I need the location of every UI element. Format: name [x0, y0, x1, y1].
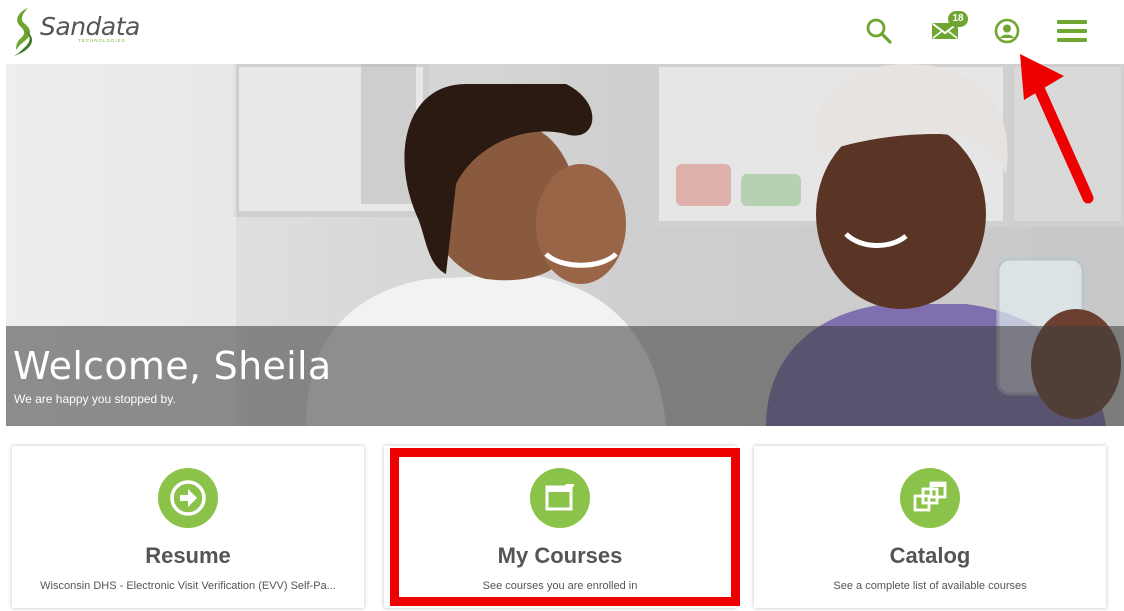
resume-icon-circle — [158, 468, 218, 528]
sandata-logo-icon — [14, 8, 32, 56]
my-courses-icon-circle — [530, 468, 590, 528]
resume-description: Wisconsin DHS - Electronic Visit Verific… — [40, 580, 336, 592]
courses-icon — [545, 484, 574, 511]
search-button[interactable] — [862, 14, 896, 48]
catalog-card[interactable]: Catalog See a complete list of available… — [754, 446, 1106, 608]
my-courses-description: See courses you are enrolled in — [482, 580, 638, 592]
profile-button[interactable] — [990, 14, 1024, 48]
welcome-heading: Welcome, Sheila — [13, 344, 332, 388]
messages-button[interactable]: 18 — [928, 11, 968, 48]
arrow-circle-right-icon — [170, 480, 206, 516]
profile-icon — [994, 18, 1020, 44]
catalog-icon-circle — [900, 468, 960, 528]
sandata-logo[interactable]: Sandata TECHNOLOGIES — [10, 6, 140, 58]
catalog-description: See a complete list of available courses — [833, 580, 1027, 592]
my-courses-title: My Courses — [497, 543, 623, 568]
top-header: Sandata TECHNOLOGIES 18 — [0, 0, 1124, 64]
catalog-icon — [913, 481, 947, 512]
brand-name: Sandata — [40, 12, 140, 41]
resume-card[interactable]: Resume Wisconsin DHS - Electronic Visit … — [12, 446, 364, 608]
hamburger-menu-icon — [1057, 20, 1087, 42]
main-menu-button[interactable] — [1055, 14, 1089, 48]
message-count-badge: 18 — [948, 11, 968, 27]
search-icon — [866, 18, 892, 44]
hero-banner: Welcome, Sheila We are happy you stopped… — [6, 64, 1124, 426]
my-courses-card[interactable]: My Courses See courses you are enrolled … — [384, 446, 736, 608]
welcome-subtitle: We are happy you stopped by. — [14, 392, 176, 406]
resume-title: Resume — [145, 543, 231, 568]
catalog-title: Catalog — [889, 543, 971, 568]
